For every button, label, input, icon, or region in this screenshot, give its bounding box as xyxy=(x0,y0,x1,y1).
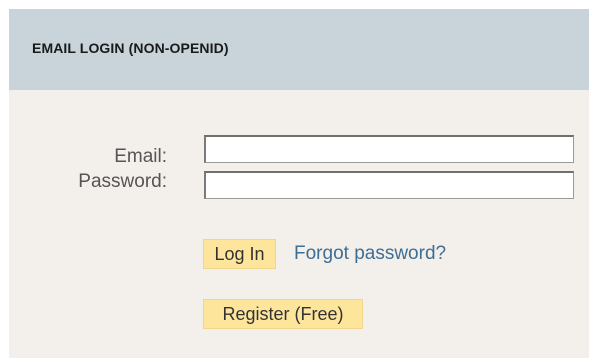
login-form: Email: Password: Log In Forgot password?… xyxy=(9,90,589,358)
email-login-panel: EMAIL LOGIN (NON-OPENID) Email: Password… xyxy=(9,9,589,358)
email-label: Email: xyxy=(114,146,167,167)
password-field[interactable] xyxy=(204,171,574,199)
panel-header: EMAIL LOGIN (NON-OPENID) xyxy=(9,9,589,90)
register-button[interactable]: Register (Free) xyxy=(203,299,363,329)
email-field[interactable] xyxy=(204,135,574,163)
panel-title: EMAIL LOGIN (NON-OPENID) xyxy=(32,40,229,56)
forgot-password-link[interactable]: Forgot password? xyxy=(294,240,446,268)
password-label: Password: xyxy=(78,171,167,192)
log-in-button[interactable]: Log In xyxy=(203,239,276,269)
